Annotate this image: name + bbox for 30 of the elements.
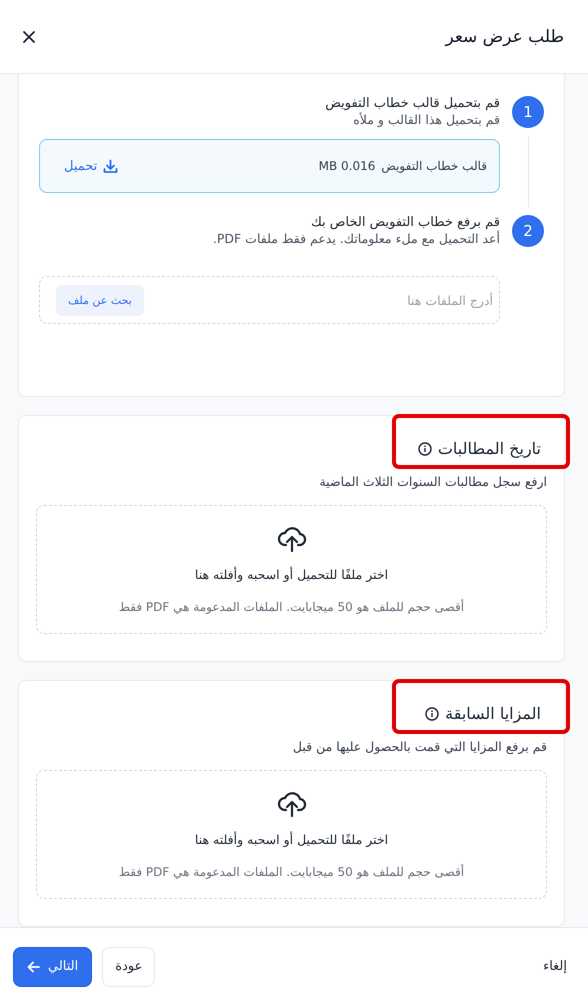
dialog-title: طلب عرض سعر [445,26,564,46]
arrow-left-icon [27,960,40,972]
cloud-upload-icon [276,525,306,553]
cloud-upload-icon [276,790,306,818]
file-dropzone[interactable]: أدرج الملفات هنا بحث عن ملف [39,276,500,324]
step-description: أعد التحميل مع ملء معلوماتك. يدعم فقط ملفات PDF. [212,231,500,246]
browse-file-button[interactable]: بحث عن ملف [56,284,144,316]
upload-hint: أقصى حجم للملف هو 50 ميجابايت. الملفات المدعومة هي PDF فقط [118,600,464,614]
download-icon [103,158,118,174]
download-link[interactable]: تحميل [64,158,118,174]
step-number: 2 [512,215,544,247]
step-description: قم بتحميل هذا القالب و ملأه [352,112,500,127]
step-title: قم بتحميل قالب خطاب التفويض [324,96,500,111]
info-icon [418,442,432,456]
back-button[interactable]: عودة [102,946,156,986]
section-title: تاريخ المطالبات [438,439,541,458]
section-description: قم برفع المزايا التي قمت بالحصول عليها من قبل [292,739,547,754]
step-number: 1 [512,96,544,128]
upload-dropzone[interactable]: اختر ملفًا للتحميل أو اسحبه وأفلته هنا أقصى حجم للملف هو 50 ميجابايت. الملفات المدعومة هي PDF فقط [36,770,547,899]
info-icon [425,706,440,720]
section-title: المزايا السابقة [445,704,541,723]
dropzone-placeholder: أدرج الملفات هنا [407,292,493,308]
step-title: قم برفع خطاب التفويض الخاص بك [310,215,500,230]
upload-dropzone[interactable]: اختر ملفًا للتحميل أو اسحبه وأفلته هنا أقصى حجم للملف هو 50 ميجابايت. الملفات المدعومة هي PDF فقط [36,505,547,634]
upload-hint: أقصى حجم للملف هو 50 ميجابايت. الملفات المدعومة هي PDF فقط [118,865,464,879]
next-button[interactable]: التالي [13,946,92,986]
cancel-button[interactable]: إلغاء [543,959,567,974]
section-description: ارفع سجل مطالبات السنوات الثلاث الماضية [318,474,547,489]
upload-prompt: اختر ملفًا للتحميل أو اسحبه وأفلته هنا [194,567,388,582]
upload-prompt: اختر ملفًا للتحميل أو اسحبه وأفلته هنا [194,832,388,847]
